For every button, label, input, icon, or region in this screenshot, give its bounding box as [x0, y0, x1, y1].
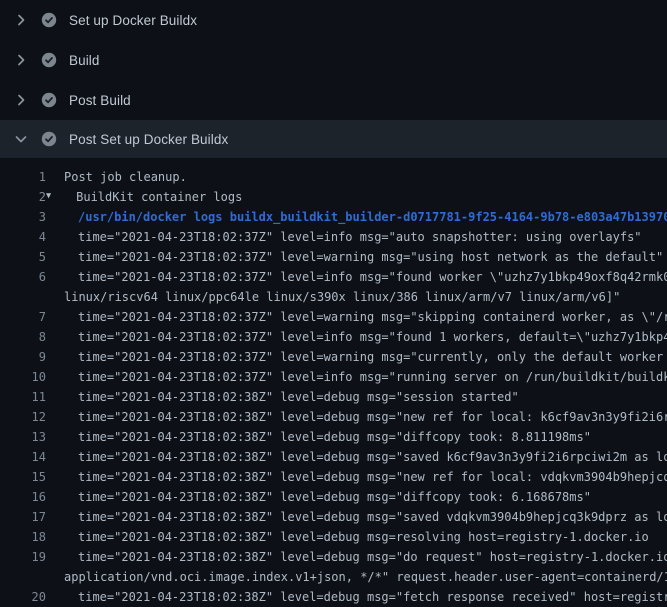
log-line-text: time="2021-04-23T18:02:37Z" level=info m…	[78, 227, 667, 247]
step-row[interactable]: Post Build	[0, 80, 667, 120]
log-line-number: 15	[0, 467, 46, 487]
step-row[interactable]: Set up Docker Buildx	[0, 0, 667, 40]
log-line[interactable]: 13 time="2021-04-23T18:02:38Z" level=deb…	[0, 427, 667, 447]
log-line-number: 17	[0, 507, 46, 527]
log-line-text: application/vnd.oci.image.index.v1+json,…	[64, 567, 667, 587]
check-circle-icon	[41, 12, 57, 28]
step-label: Build	[69, 53, 100, 68]
log-line-number: 11	[0, 387, 46, 407]
log-line-number: 10	[0, 367, 46, 387]
log-line[interactable]: 7 time="2021-04-23T18:02:37Z" level=warn…	[0, 307, 667, 327]
log-line-number: 3	[0, 207, 46, 227]
chevron-right-icon[interactable]	[13, 92, 29, 108]
check-circle-icon	[41, 92, 57, 108]
log-line-text: time="2021-04-23T18:02:38Z" level=debug …	[78, 407, 667, 427]
log-line[interactable]: 4 time="2021-04-23T18:02:37Z" level=info…	[0, 227, 667, 247]
log-line-number	[0, 287, 46, 307]
log-line-text: time="2021-04-23T18:02:38Z" level=debug …	[78, 587, 667, 607]
log-line-text: time="2021-04-23T18:02:38Z" level=debug …	[78, 487, 667, 507]
log-line-number: 13	[0, 427, 46, 447]
log-line-text: time="2021-04-23T18:02:37Z" level=warnin…	[78, 247, 667, 267]
log-line[interactable]: 16 time="2021-04-23T18:02:38Z" level=deb…	[0, 487, 667, 507]
log-line[interactable]: 19 time="2021-04-23T18:02:38Z" level=deb…	[0, 547, 667, 567]
step-label: Post Set up Docker Buildx	[69, 132, 228, 147]
log-line-text: linux/riscv64 linux/ppc64le linux/s390x …	[64, 287, 667, 307]
chevron-down-icon[interactable]	[13, 131, 29, 147]
log-line[interactable]: 1 Post job cleanup.	[0, 167, 667, 187]
log-line-number: 1	[0, 167, 46, 187]
log-line[interactable]: 9 time="2021-04-23T18:02:37Z" level=warn…	[0, 347, 667, 367]
log-line-text: time="2021-04-23T18:02:38Z" level=debug …	[78, 527, 667, 547]
log-line[interactable]: 6 time="2021-04-23T18:02:37Z" level=info…	[0, 267, 667, 287]
chevron-right-icon[interactable]	[13, 52, 29, 68]
log-line-text: Post job cleanup.	[64, 167, 667, 187]
log-line[interactable]: 10 time="2021-04-23T18:02:37Z" level=inf…	[0, 367, 667, 387]
log-line[interactable]: application/vnd.oci.image.index.v1+json,…	[0, 567, 667, 587]
log-line[interactable]: 15 time="2021-04-23T18:02:38Z" level=deb…	[0, 467, 667, 487]
log-line-text: time="2021-04-23T18:02:37Z" level=info m…	[78, 327, 667, 347]
step-label: Set up Docker Buildx	[69, 13, 197, 28]
log-line-text: /usr/bin/docker logs buildx_buildkit_bui…	[78, 207, 667, 227]
step-row[interactable]: Build	[0, 40, 667, 80]
log-line-number: 20	[0, 587, 46, 607]
log-line[interactable]: 11 time="2021-04-23T18:02:38Z" level=deb…	[0, 387, 667, 407]
log-line-number: 19	[0, 547, 46, 567]
check-circle-icon	[41, 131, 57, 147]
log-line-text: time="2021-04-23T18:02:38Z" level=debug …	[78, 427, 667, 447]
log-line-text: time="2021-04-23T18:02:38Z" level=debug …	[78, 447, 667, 467]
log-line-text: time="2021-04-23T18:02:38Z" level=debug …	[78, 467, 667, 487]
log-line[interactable]: 14 time="2021-04-23T18:02:38Z" level=deb…	[0, 447, 667, 467]
log-line-number: 2	[0, 187, 46, 207]
log-line[interactable]: 3 /usr/bin/docker logs buildx_buildkit_b…	[0, 207, 667, 227]
log-line-number: 6	[0, 267, 46, 287]
log-line[interactable]: 20 time="2021-04-23T18:02:38Z" level=deb…	[0, 587, 667, 607]
log-line-number: 5	[0, 247, 46, 267]
log-line-text: BuildKit container logs	[76, 187, 667, 207]
step-row[interactable]: Post Set up Docker Buildx	[0, 120, 667, 158]
log-area: 1 Post job cleanup. 2 ▼ BuildKit containe…	[0, 158, 667, 607]
chevron-right-icon[interactable]	[13, 12, 29, 28]
log-line-number: 12	[0, 407, 46, 427]
log-line[interactable]: linux/riscv64 linux/ppc64le linux/s390x …	[0, 287, 667, 307]
steps-list: Set up Docker Buildx Build P	[0, 0, 667, 158]
check-circle-icon	[41, 52, 57, 68]
log-line-text: time="2021-04-23T18:02:38Z" level=debug …	[78, 547, 667, 567]
log-line-text: time="2021-04-23T18:02:37Z" level=info m…	[78, 367, 667, 387]
log-line-number	[0, 567, 46, 587]
log-line-number: 8	[0, 327, 46, 347]
log-line-text: time="2021-04-23T18:02:37Z" level=warnin…	[78, 307, 667, 327]
log-line-text: time="2021-04-23T18:02:38Z" level=debug …	[78, 507, 667, 527]
log-line-number: 9	[0, 347, 46, 367]
log-line-text: time="2021-04-23T18:02:37Z" level=info m…	[78, 267, 667, 287]
log-line-number: 14	[0, 447, 46, 467]
log-line[interactable]: 5 time="2021-04-23T18:02:37Z" level=warn…	[0, 247, 667, 267]
log-line[interactable]: 8 time="2021-04-23T18:02:37Z" level=info…	[0, 327, 667, 347]
log-line-number: 18	[0, 527, 46, 547]
log-line[interactable]: 2 ▼ BuildKit container logs	[0, 187, 667, 207]
log-line-number: 16	[0, 487, 46, 507]
log-line-number: 4	[0, 227, 46, 247]
group-caret-icon[interactable]: ▼	[46, 186, 51, 206]
step-label: Post Build	[69, 93, 131, 108]
log-line-text: time="2021-04-23T18:02:37Z" level=warnin…	[78, 347, 667, 367]
log-line-text: time="2021-04-23T18:02:38Z" level=debug …	[78, 387, 667, 407]
log-line[interactable]: 17 time="2021-04-23T18:02:38Z" level=deb…	[0, 507, 667, 527]
log-line[interactable]: 12 time="2021-04-23T18:02:38Z" level=deb…	[0, 407, 667, 427]
log-line-number: 7	[0, 307, 46, 327]
log-line[interactable]: 18 time="2021-04-23T18:02:38Z" level=deb…	[0, 527, 667, 547]
